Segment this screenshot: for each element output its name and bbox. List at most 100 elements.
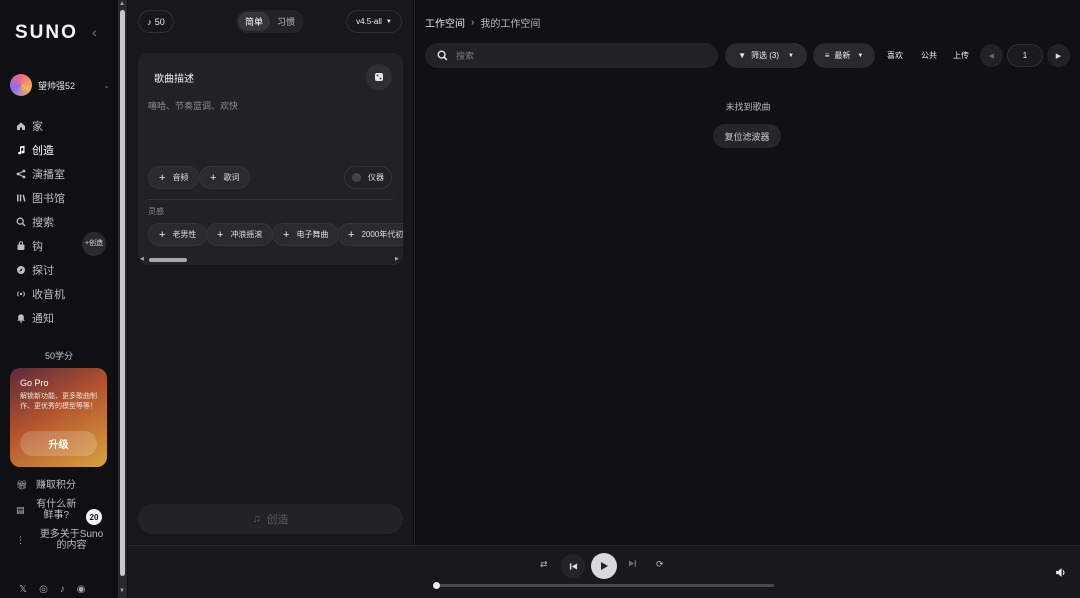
more-about-suno-link[interactable]: ⋮ 更多关于Suno的内容 [16, 529, 108, 551]
toggle-switch [352, 173, 361, 182]
inspiration-chip[interactable]: + 2000年代初 [337, 223, 403, 246]
random-inspiration-button[interactable] [366, 64, 392, 90]
play-button[interactable] [591, 553, 617, 579]
breadcrumb-root[interactable]: 工作空间 [425, 15, 465, 30]
volume-icon [1056, 568, 1065, 577]
inspiration-chip[interactable]: + 冲浪摇滚 [206, 223, 274, 246]
x-twitter-icon[interactable]: 𝕏 [19, 584, 27, 595]
sidebar-item-create[interactable]: 创造 [16, 138, 116, 162]
sort-icon: ≡ [824, 51, 830, 60]
search-placeholder: 搜索 [456, 51, 475, 61]
volume-button[interactable] [1055, 565, 1066, 583]
upload-button[interactable]: 上传 [947, 43, 975, 68]
sidebar-item-label: 创造 [32, 145, 54, 157]
discord-icon[interactable]: ◉ [77, 584, 86, 595]
whats-new-link[interactable]: ▤ 有什么新鲜事? [16, 499, 78, 521]
next-track-button[interactable] [628, 559, 637, 568]
plus-icon: + [210, 171, 217, 184]
model-version-select[interactable]: v4.5-all ▼ [346, 10, 402, 33]
sidebar-item-home[interactable]: 家 [16, 114, 116, 138]
sidebar-item-library[interactable]: 图书馆 [16, 186, 116, 210]
sort-button[interactable]: ≡ 最新 ▼ [813, 43, 875, 68]
tiktok-icon[interactable]: ♪ [60, 584, 65, 595]
sidebar-item-studio[interactable]: 演播室 [16, 162, 116, 186]
create-button[interactable]: ♫ 创造 [138, 504, 403, 534]
inspiration-chip-label: 老男性 [172, 230, 197, 239]
search-input[interactable]: 搜索 [425, 43, 718, 68]
caret-down-icon: ▼ [857, 52, 864, 59]
music-note-icon: ♪ [147, 16, 152, 27]
quick-create-button[interactable]: +创造 [82, 232, 106, 256]
inspiration-scrollbar-thumb[interactable] [149, 258, 187, 262]
more-vertical-icon: ⋮ [16, 534, 25, 545]
playback-progress-bar[interactable] [436, 584, 774, 587]
shuffle-icon[interactable]: ⇄ [540, 559, 548, 570]
earn-credits-label: 赚取积分 [36, 480, 76, 491]
playback-progress-knob[interactable] [433, 582, 440, 589]
instagram-icon[interactable]: ◎ [39, 584, 48, 595]
music-note-icon [18, 145, 25, 155]
sort-label: 最新 [834, 51, 851, 60]
song-description-card: 歌曲描述 嘻哈、节奏蓝调、欢快 + 音频 + 歌词 仪器 灵感 + 老男性 + … [138, 53, 403, 265]
scroll-left-arrow-icon[interactable]: ◀ [140, 256, 144, 262]
sidebar-item-radio[interactable]: 收音机 [16, 282, 116, 306]
reset-filters-button[interactable]: 复位滤波器 [713, 124, 781, 148]
user-menu[interactable]: 望帅强52 ⌄ [10, 74, 110, 96]
liked-filter-button[interactable]: 喜欢 [881, 43, 909, 68]
scroll-up-arrow-icon[interactable]: ▲ [119, 1, 125, 7]
model-version-value: v4.5-all [356, 17, 382, 26]
sidebar-nav: 家 创造 演播室 图书馆 搜索 钩 探讨 收音机 通知 [16, 114, 116, 330]
chevron-left-icon: ◀ [988, 52, 995, 60]
plus-icon: + [217, 228, 224, 241]
credits-chip[interactable]: ♪ 50 [138, 10, 174, 33]
suno-logo[interactable]: SUNO [15, 22, 78, 44]
sidebar-item-label: 通知 [32, 313, 54, 325]
create-panel: ♪ 50 简单 习惯 v4.5-all ▼ 歌曲描述 嘻哈、节奏蓝调、欢快 + … [128, 0, 413, 545]
chevron-down-icon: ⌄ [103, 80, 110, 90]
gift-icon: 🎁︎ [16, 480, 28, 490]
inspiration-chip[interactable]: + 老男性 [148, 223, 208, 246]
scroll-right-arrow-icon[interactable]: ▶ [395, 256, 399, 262]
page-number-input[interactable]: 1 [1007, 44, 1043, 67]
plus-icon: + [159, 228, 166, 241]
library-icon [17, 194, 26, 202]
next-page-button[interactable]: ▶ [1047, 44, 1070, 67]
collapse-sidebar-icon[interactable]: ‹ [92, 24, 97, 40]
filter-button[interactable]: ▼ 筛选 (3) ▼ [725, 43, 807, 68]
username: 望帅强52 [38, 80, 76, 91]
song-description-title: 歌曲描述 [154, 74, 194, 85]
public-filter-button[interactable]: 公共 [915, 43, 943, 68]
sidebar-item-notifications[interactable]: 通知 [16, 306, 116, 330]
tab-custom[interactable]: 习惯 [270, 12, 302, 31]
more-about-suno-label: 更多关于Suno的内容 [39, 529, 104, 551]
add-lyrics-button[interactable]: + 歌词 [199, 166, 251, 189]
prev-page-button[interactable]: ◀ [980, 44, 1003, 67]
sidebar-item-label: 家 [32, 121, 43, 133]
app-window: SUNO ‹ 望帅强52 ⌄ 家 创造 演播室 图书馆 搜索 钩 探讨 收音机 … [0, 0, 1080, 598]
breadcrumb: 工作空间 › 我的工作空间 [425, 15, 540, 30]
sidebar-item-explore[interactable]: 探讨 [16, 258, 116, 282]
sidebar-item-label: 收音机 [32, 289, 65, 301]
upload-label: 上传 [953, 51, 969, 60]
plus-icon: + [159, 171, 166, 184]
previous-track-button[interactable] [561, 554, 585, 578]
earn-credits-link[interactable]: 🎁︎ 赚取积分 [16, 480, 116, 491]
song-description-input[interactable]: 嘻哈、节奏蓝调、欢快 [148, 99, 238, 112]
breadcrumb-current[interactable]: 我的工作空间 [480, 15, 540, 30]
repeat-icon[interactable]: ⟳ [656, 559, 664, 570]
tab-simple[interactable]: 简单 [238, 12, 270, 31]
divider [148, 199, 393, 200]
sidebar-item-search[interactable]: 搜索 [16, 210, 116, 234]
social-links: 𝕏 ◎ ♪ ◉ [19, 584, 86, 595]
add-audio-button[interactable]: + 音频 [148, 166, 200, 189]
instrumental-toggle[interactable]: 仪器 [344, 166, 392, 189]
inspiration-label: 灵感 [148, 207, 164, 216]
scroll-down-arrow-icon[interactable]: ▼ [119, 588, 125, 594]
upgrade-button[interactable]: 升级 [20, 431, 97, 456]
inspiration-chip[interactable]: + 电子舞曲 [272, 223, 340, 246]
skip-back-icon [569, 562, 577, 570]
workspace-panel: 工作空间 › 我的工作空间 搜索 ▼ 筛选 (3) ▼ ≡ 最新 ▼ 喜欢 公共… [414, 0, 1080, 545]
play-icon [601, 562, 608, 570]
sidebar-scrollbar-thumb[interactable] [120, 10, 125, 576]
add-lyrics-label: 歌词 [223, 173, 240, 182]
